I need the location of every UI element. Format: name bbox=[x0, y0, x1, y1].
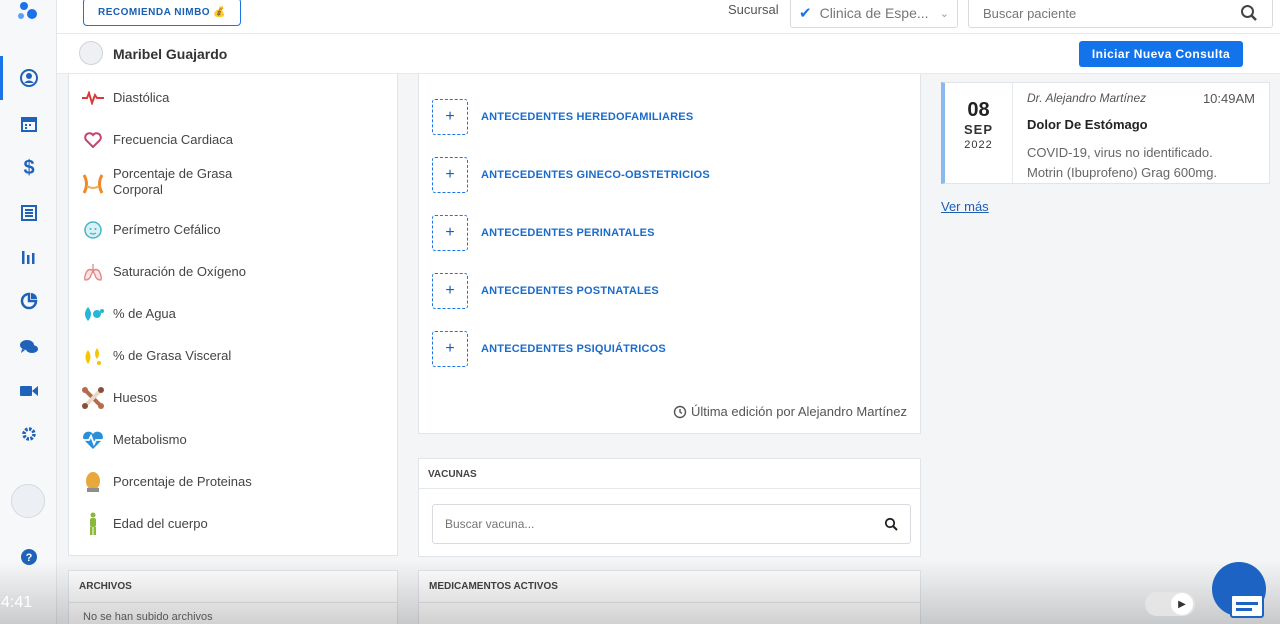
metrics-panel: Diastólica Frecuencia Cardiaca Porcentaj… bbox=[68, 74, 398, 556]
bar-chart-icon[interactable] bbox=[18, 246, 40, 268]
metric-item[interactable]: Porcentaje de Grasa Corporal bbox=[81, 166, 253, 198]
see-more-link[interactable]: Ver más bbox=[941, 199, 989, 214]
body-icon bbox=[81, 512, 105, 536]
antecedentes-panel: + ANTECEDENTES HEREDOFAMILIARES + ANTECE… bbox=[418, 74, 921, 434]
sucursal-select[interactable]: ✔ Clinica de Espe... ⌄ bbox=[790, 0, 958, 28]
plus-icon[interactable]: + bbox=[432, 215, 468, 251]
consultation-details: COVID-19, virus no identificado. Motrin … bbox=[1027, 145, 1218, 180]
play-icon: ▶ bbox=[1171, 593, 1193, 615]
archivos-panel: ARCHIVOS No se han subido archivos bbox=[68, 570, 398, 624]
calendar-icon[interactable] bbox=[18, 113, 40, 135]
pie-chart-icon[interactable] bbox=[18, 290, 40, 312]
check-icon: ✔ bbox=[799, 5, 812, 22]
sucursal-label: Sucursal bbox=[728, 2, 779, 17]
metric-item[interactable]: % de Grasa Visceral bbox=[81, 344, 231, 368]
patient-bar: Maribel Guajardo Iniciar Nueva Consulta bbox=[57, 34, 1280, 74]
search-icon[interactable] bbox=[1240, 4, 1258, 22]
vaccine-search-field[interactable] bbox=[432, 504, 911, 544]
patient-icon[interactable] bbox=[18, 67, 40, 89]
video-timecode: 4:41 bbox=[1, 594, 33, 611]
antecedente-item[interactable]: + ANTECEDENTES PSIQUIÁTRICOS bbox=[432, 331, 666, 367]
consultation-doctor: Dr. Alejandro Martínez bbox=[1027, 91, 1147, 105]
vacunas-title: VACUNAS bbox=[419, 459, 920, 489]
heart-icon bbox=[81, 128, 105, 152]
left-nav-rail: $ ? bbox=[0, 0, 57, 624]
patient-avatar bbox=[79, 41, 103, 65]
antecedente-item[interactable]: + ANTECEDENTES GINECO-OBSTETRICIOS bbox=[432, 157, 710, 193]
user-avatar[interactable] bbox=[11, 484, 45, 518]
water-drops-icon bbox=[81, 302, 105, 326]
consultation-date: 08 SEP 2022 bbox=[945, 83, 1013, 183]
new-consultation-button[interactable]: Iniciar Nueva Consulta bbox=[1079, 41, 1243, 67]
top-bar: RECOMIENDA NIMBO 💰 Sucursal ✔ Clinica de… bbox=[57, 0, 1280, 34]
history-icon bbox=[673, 405, 687, 418]
lungs-icon bbox=[81, 260, 105, 284]
chevron-down-icon: ⌄ bbox=[939, 7, 949, 20]
autoplay-toggle[interactable]: ▶ bbox=[1145, 592, 1195, 616]
archivos-empty-text: No se han subido archivos bbox=[83, 611, 213, 623]
sucursal-value: Clinica de Espe... bbox=[819, 5, 929, 21]
metric-item[interactable]: Edad del cuerpo bbox=[81, 512, 208, 536]
heart-pulse-icon bbox=[81, 428, 105, 452]
consultation-card[interactable]: 08 SEP 2022 Dr. Alejandro Martínez 10:49… bbox=[941, 82, 1270, 184]
svg-text:?: ? bbox=[26, 552, 33, 564]
metric-item[interactable]: Perímetro Cefálico bbox=[81, 218, 221, 242]
patient-search-field[interactable] bbox=[968, 0, 1273, 28]
metric-item[interactable]: Frecuencia Cardiaca bbox=[81, 128, 233, 152]
medicamentos-title: MEDICAMENTOS ACTIVOS bbox=[419, 571, 920, 603]
heartbeat-icon bbox=[81, 86, 105, 110]
metric-item[interactable]: % de Agua bbox=[81, 302, 176, 326]
plus-icon[interactable]: + bbox=[432, 157, 468, 193]
captions-icon[interactable] bbox=[1230, 594, 1264, 618]
metric-item[interactable]: Huesos bbox=[81, 386, 157, 410]
antecedente-item[interactable]: + ANTECEDENTES PERINATALES bbox=[432, 215, 655, 251]
nimbo-logo[interactable] bbox=[16, 2, 40, 22]
waist-icon bbox=[81, 172, 105, 196]
gear-icon[interactable] bbox=[18, 423, 40, 445]
bones-icon bbox=[81, 386, 105, 410]
metric-item[interactable]: Diastólica bbox=[81, 86, 169, 110]
recommend-nimbo-button[interactable]: RECOMIENDA NIMBO 💰 bbox=[83, 0, 242, 26]
baby-head-icon bbox=[81, 218, 105, 242]
metric-item[interactable]: Metabolismo bbox=[81, 428, 187, 452]
patient-name: Maribel Guajardo bbox=[113, 46, 228, 62]
patient-search-input[interactable] bbox=[983, 5, 1233, 21]
search-icon[interactable] bbox=[884, 517, 898, 531]
dollar-icon[interactable]: $ bbox=[18, 157, 40, 179]
fat-drops-icon bbox=[81, 344, 105, 368]
antecedente-item[interactable]: + ANTECEDENTES HEREDOFAMILIARES bbox=[432, 99, 693, 135]
archivos-title: ARCHIVOS bbox=[69, 571, 397, 603]
plus-icon[interactable]: + bbox=[432, 99, 468, 135]
consultation-title: Dolor De Estómago bbox=[1027, 117, 1148, 132]
consultation-time: 10:49AM bbox=[1202, 91, 1255, 106]
help-icon[interactable]: ? bbox=[18, 546, 40, 568]
metric-item[interactable]: Saturación de Oxígeno bbox=[81, 260, 246, 284]
antecedente-item[interactable]: + ANTECEDENTES POSTNATALES bbox=[432, 273, 659, 309]
medicamentos-panel: MEDICAMENTOS ACTIVOS bbox=[418, 570, 921, 624]
active-indicator bbox=[0, 56, 3, 100]
vacunas-panel: VACUNAS bbox=[418, 458, 921, 557]
video-icon[interactable] bbox=[18, 380, 40, 402]
plus-icon[interactable]: + bbox=[432, 273, 468, 309]
last-edit-info: Última edición por Alejandro Martínez bbox=[673, 404, 907, 419]
chat-icon[interactable] bbox=[18, 336, 40, 358]
egg-icon bbox=[81, 470, 105, 494]
plus-icon[interactable]: + bbox=[432, 331, 468, 367]
list-icon[interactable] bbox=[18, 202, 40, 224]
vaccine-search-input[interactable] bbox=[445, 517, 845, 531]
metric-item[interactable]: Porcentaje de Proteinas bbox=[81, 470, 252, 494]
